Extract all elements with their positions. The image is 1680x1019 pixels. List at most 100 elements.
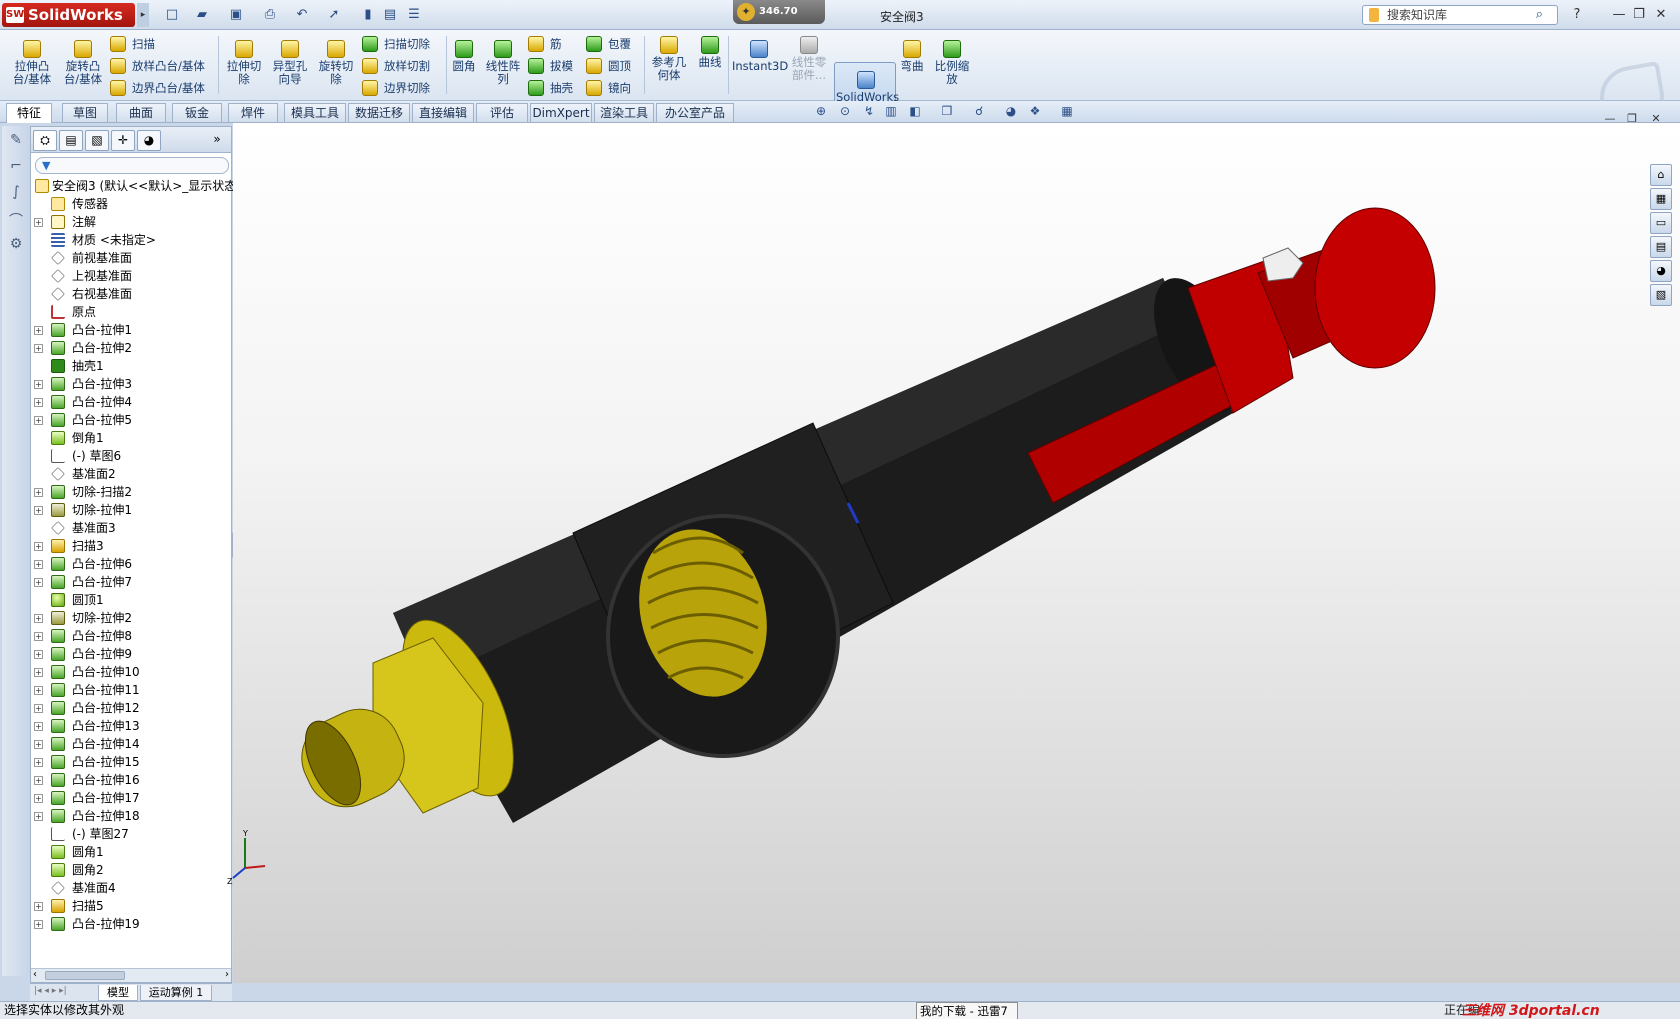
smart-dimension-icon[interactable]: ⌒ xyxy=(6,210,26,230)
tree-root-part[interactable]: 安全阀3 (默认<<默认>_显示状态 xyxy=(31,177,236,195)
tree-item[interactable]: + 切除-拉伸2 xyxy=(31,609,231,627)
display-manager-tab-icon[interactable]: ◕ xyxy=(137,130,161,151)
wrap-button[interactable]: 包覆 xyxy=(586,36,631,52)
taskbar-download-item[interactable]: 我的下载 - 迅雷7 xyxy=(916,1002,1018,1019)
hide-show-items-icon[interactable]: ☌ xyxy=(970,104,988,122)
property-manager-tab-icon[interactable]: ▤ xyxy=(59,130,83,151)
extrude-cut-button[interactable]: 拉伸切 除 xyxy=(224,40,264,86)
tab-nav-arrows-icon[interactable]: |◂ ◂ ▸ ▸| xyxy=(34,986,67,996)
tree-item[interactable]: + 凸台-拉伸13 xyxy=(31,717,231,735)
expand-icon[interactable]: + xyxy=(34,794,43,803)
scroll-left-icon[interactable]: ‹ xyxy=(33,969,37,980)
expand-icon[interactable]: + xyxy=(34,920,43,929)
boundary-boss-button[interactable]: 边界凸台/基体 xyxy=(110,80,205,96)
boundary-cut-button[interactable]: 边界切除 xyxy=(362,80,430,96)
tree-item[interactable]: + 凸台-拉伸8 xyxy=(31,627,231,645)
sweep-button[interactable]: 扫描 xyxy=(110,36,155,52)
tree-item[interactable]: + 凸台-拉伸4 xyxy=(31,393,231,411)
tree-item[interactable]: + 凸台-拉伸12 xyxy=(31,699,231,717)
hole-wizard-button[interactable]: 异型孔 向导 xyxy=(268,40,312,86)
open-folder-icon[interactable]: ▰ xyxy=(190,5,214,25)
shell-button[interactable]: 抽壳 xyxy=(528,80,573,96)
lofted-cut-button[interactable]: 放样切割 xyxy=(362,58,430,74)
expand-icon[interactable]: + xyxy=(34,416,43,425)
tree-item[interactable]: + 凸台-拉伸19 xyxy=(31,915,231,933)
expand-tabs-icon[interactable]: » xyxy=(205,130,229,151)
fillet-button[interactable]: 圆角 xyxy=(450,40,478,73)
tab-weldments[interactable]: 焊件 xyxy=(228,103,278,122)
expand-icon[interactable]: + xyxy=(34,488,43,497)
tab-data-migration[interactable]: 数据迁移 xyxy=(348,103,410,122)
expand-icon[interactable]: + xyxy=(34,344,43,353)
viewport-minimize-button[interactable]: — xyxy=(1602,112,1618,126)
tab-direct-editing[interactable]: 直接编辑 xyxy=(412,103,474,122)
configuration-manager-tab-icon[interactable]: ▧ xyxy=(85,130,109,151)
tree-item[interactable]: + 凸台-拉伸17 xyxy=(31,789,231,807)
file-properties-icon[interactable]: ▤ xyxy=(378,5,402,25)
help-icon[interactable]: ? xyxy=(1568,6,1586,24)
viewport-restore-button[interactable]: ❐ xyxy=(1624,112,1640,126)
mirror-button[interactable]: 镜向 xyxy=(586,80,631,96)
expand-icon[interactable]: + xyxy=(34,542,43,551)
line-tool-icon[interactable]: ⌐ xyxy=(6,158,26,178)
search-knowledge-input[interactable]: 搜索知识库 ⌕ xyxy=(1362,5,1558,25)
previous-view-icon[interactable]: ↯ xyxy=(860,104,878,122)
expand-icon[interactable]: + xyxy=(34,578,43,587)
feature-manager-tab-icon[interactable]: ⛭ xyxy=(33,130,57,151)
minimize-window-button[interactable]: — xyxy=(1610,6,1628,24)
appearances-icon[interactable]: ◕ xyxy=(1650,260,1672,282)
tab-mold-tools[interactable]: 模具工具 xyxy=(284,103,346,122)
tree-item[interactable]: + 凸台-拉伸10 xyxy=(31,663,231,681)
tree-item[interactable]: 右视基准面 xyxy=(31,285,231,303)
expand-icon[interactable]: + xyxy=(34,398,43,407)
flex-button[interactable]: 弯曲 xyxy=(898,40,926,73)
linear-component-pattern-button[interactable]: 线性零 部件... xyxy=(788,36,830,82)
tree-item[interactable]: + 凸台-拉伸7 xyxy=(31,573,231,591)
tree-item[interactable]: 前视基准面 xyxy=(31,249,231,267)
tree-item[interactable]: + 凸台-拉伸11 xyxy=(31,681,231,699)
expand-icon[interactable]: + xyxy=(34,614,43,623)
tree-item[interactable]: 倒角1 xyxy=(31,429,231,447)
revolve-boss-button[interactable]: 旋转凸 台/基体 xyxy=(60,40,106,86)
expand-icon[interactable]: + xyxy=(34,326,43,335)
tree-item[interactable]: + 扫描5 xyxy=(31,897,231,915)
instant3d-button[interactable]: Instant3D xyxy=(732,40,788,73)
expand-icon[interactable]: + xyxy=(34,560,43,569)
apply-scene-icon[interactable]: ❖ xyxy=(1026,104,1044,122)
close-window-button[interactable]: ✕ xyxy=(1652,6,1670,24)
sketch-tool-icon[interactable]: ✎ xyxy=(6,132,26,152)
tab-features[interactable]: 特征 xyxy=(6,103,52,123)
tree-item[interactable]: 圆角2 xyxy=(31,861,231,879)
expand-icon[interactable]: + xyxy=(34,758,43,767)
tab-surfaces[interactable]: 曲面 xyxy=(116,103,166,122)
tree-item[interactable]: + 注解 xyxy=(31,213,231,231)
search-icon[interactable]: ⌕ xyxy=(1536,6,1543,24)
viewport-close-button[interactable]: ✕ xyxy=(1648,112,1664,126)
edit-appearance-icon[interactable]: ◕ xyxy=(1002,104,1020,122)
tab-dimxpert[interactable]: DimXpert xyxy=(530,103,592,122)
tab-render-tools[interactable]: 渲染工具 xyxy=(594,103,654,122)
zoom-to-fit-icon[interactable]: ⊕ xyxy=(812,104,830,122)
tree-horizontal-scrollbar[interactable]: ‹ › xyxy=(31,968,231,982)
scroll-thumb[interactable] xyxy=(45,971,125,980)
expand-icon[interactable]: + xyxy=(34,506,43,515)
file-explorer-icon[interactable]: ▭ xyxy=(1650,212,1672,234)
design-library-icon[interactable]: ▦ xyxy=(1650,188,1672,210)
tree-item[interactable]: 圆顶1 xyxy=(31,591,231,609)
tab-office-products[interactable]: 办公室产品 xyxy=(656,103,734,122)
swept-cut-button[interactable]: 扫描切除 xyxy=(362,36,430,52)
spline-tool-icon[interactable]: ∫ xyxy=(6,184,26,204)
solidworks-resources-icon[interactable]: ⌂ xyxy=(1650,164,1672,186)
zoom-to-area-icon[interactable]: ⊙ xyxy=(836,104,854,122)
tree-item[interactable]: + 凸台-拉伸3 xyxy=(31,375,231,393)
tree-item[interactable]: 传感器 xyxy=(31,195,231,213)
tree-item[interactable]: 基准面2 xyxy=(31,465,231,483)
scroll-right-icon[interactable]: › xyxy=(225,969,229,980)
tree-item[interactable]: 抽壳1 xyxy=(31,357,231,375)
print-icon[interactable]: ⎙ xyxy=(258,5,282,25)
tree-item[interactable]: + 切除-扫描2 xyxy=(31,483,231,501)
tree-item[interactable]: + 凸台-拉伸14 xyxy=(31,735,231,753)
tree-item[interactable]: + 凸台-拉伸15 xyxy=(31,753,231,771)
tree-item[interactable]: (-) 草图6 xyxy=(31,447,231,465)
display-style-icon[interactable]: ❒ xyxy=(938,104,956,122)
